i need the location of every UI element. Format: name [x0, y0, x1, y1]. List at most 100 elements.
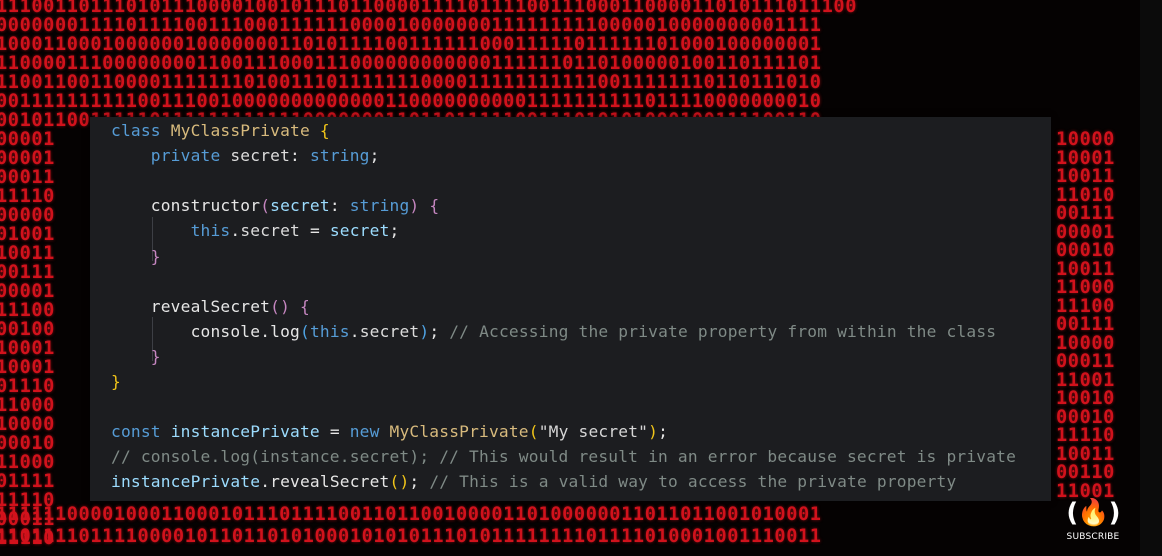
subscribe-watermark[interactable]: (🔥) SUBSCRIBE: [1064, 498, 1122, 550]
code-token: string: [309, 146, 370, 166]
code-line: this.secret = secret;: [111, 218, 400, 243]
binary-row: 1000110001000000100000001101011110011111…: [0, 34, 822, 55]
subscribe-label: SUBSCRIBE: [1066, 532, 1120, 542]
code-token: constructor: [111, 196, 261, 216]
code-line: constructor(secret: string) {: [111, 193, 439, 218]
binary-row: 10011: [0, 243, 55, 264]
code-token: :: [329, 196, 350, 216]
code-line: console.log(this.secret); // Accessing t…: [111, 319, 996, 344]
code-token: const: [111, 422, 171, 442]
binary-row: 00100: [0, 319, 55, 340]
binary-row: 00001: [0, 148, 55, 169]
binary-row-right: 10001: [1056, 147, 1115, 169]
binary-row-right: 00010: [1056, 406, 1115, 428]
code-token: (: [299, 321, 310, 341]
code-token: {: [319, 121, 330, 140]
code-line: }: [111, 344, 161, 369]
binary-row: 1101111011110000101101101010001010101110…: [0, 526, 822, 547]
code-token: // console.log(instance.secret); // This…: [111, 447, 1017, 467]
code-token: private: [111, 146, 231, 166]
binary-row: 1110011011101011100001001011101100001111…: [0, 0, 857, 17]
code-token: ): [648, 422, 659, 442]
code-token: // Accessing the private property from w…: [449, 321, 997, 341]
code-token: (: [528, 422, 539, 442]
binary-row-right: 10011: [1056, 443, 1115, 465]
code-token: secret: [329, 221, 390, 241]
code-token: secret: [230, 146, 291, 166]
code-token: ;: [409, 472, 430, 492]
code-token: this: [111, 221, 231, 241]
code-token: ): [419, 321, 430, 341]
code-token: log: [270, 321, 300, 341]
binary-row: 01110: [0, 376, 55, 397]
code-editor-panel: class MyClassPrivate { private secret: s…: [90, 117, 1051, 501]
binary-row-right: 00001: [1056, 221, 1115, 243]
binary-row: 11000: [0, 452, 55, 473]
code-token: console: [111, 321, 261, 341]
code-line: class MyClassPrivate {: [111, 118, 330, 143]
binary-row: 0011111111110011100100000000000001100000…: [0, 91, 822, 112]
binary-row: 00001: [0, 129, 55, 150]
code-token: =: [300, 221, 330, 241]
code-line: // console.log(instance.secret); // This…: [111, 444, 1016, 469]
code-token: secret: [270, 196, 330, 216]
code-token: secret: [359, 321, 420, 341]
code-token: (: [260, 196, 271, 216]
binary-row-right: 10000: [1056, 129, 1115, 150]
code-line: private secret: string;: [111, 143, 380, 168]
binary-row: 01111: [0, 471, 55, 492]
code-token: {: [300, 296, 310, 316]
binary-row-right: 00110: [1056, 462, 1115, 483]
binary-row-right: 11100: [1056, 295, 1115, 317]
code-token: ): [409, 196, 420, 216]
code-token: secret: [240, 221, 300, 241]
binary-row: 10001: [0, 338, 55, 359]
code-token: .: [260, 472, 271, 492]
code-token: }: [111, 346, 161, 366]
binary-row: 00011: [0, 167, 55, 188]
code-token: :: [290, 146, 310, 166]
code-line: }: [111, 369, 121, 394]
code-token: new: [349, 422, 390, 442]
binary-row: 10000: [0, 414, 55, 435]
code-token: }: [111, 246, 161, 266]
binary-row: 00010: [0, 433, 55, 454]
binary-row-right: 11110: [1056, 425, 1115, 446]
code-line: revealSecret() {: [111, 294, 310, 319]
binary-row: 11110: [0, 186, 55, 207]
code-token: // This is a valid way to access the pri…: [429, 472, 957, 492]
code-token: =: [319, 422, 350, 442]
code-token: {: [429, 196, 440, 216]
code-token: class: [111, 121, 171, 140]
code-token: ;: [369, 146, 380, 166]
binary-row-right: 11010: [1056, 184, 1115, 206]
freecodecamp-logo-icon: (🔥): [1066, 498, 1120, 528]
code-line: instancePrivate.revealSecret(); // This …: [111, 469, 956, 494]
binary-row: 1100001110000000011001110001110000000000…: [0, 53, 822, 74]
code-token: .: [230, 221, 241, 241]
binary-row-right: 00010: [1056, 240, 1115, 261]
right-edge-strip: [1140, 0, 1162, 556]
binary-row: 1111110000100011000101110111100110110010…: [0, 504, 822, 525]
code-line: const instancePrivate = new MyClassPriva…: [111, 419, 668, 444]
code-token: string: [349, 196, 410, 216]
binary-row: 1100110011000011111110100111011111110000…: [0, 72, 822, 93]
binary-row-right: 10011: [1056, 166, 1115, 187]
binary-row: 10001: [0, 357, 55, 378]
code-token: MyClassPrivate: [389, 422, 529, 442]
code-token: ;: [658, 422, 669, 442]
binary-row: 0000000111101111001110001111110000100000…: [0, 15, 822, 36]
binary-row-right: 10011: [1056, 258, 1115, 280]
binary-row-right: 10010: [1056, 388, 1115, 409]
code-token: .: [260, 321, 271, 341]
code-token: ;: [389, 221, 400, 241]
code-token: MyClassPrivate: [170, 121, 320, 140]
code-token: revealSecret: [270, 472, 390, 492]
code-token: }: [111, 372, 121, 391]
code-token: ;: [429, 321, 450, 341]
binary-row-right: 11001: [1056, 369, 1115, 391]
code-token: this: [309, 321, 350, 341]
binary-row: 11000: [0, 395, 55, 416]
